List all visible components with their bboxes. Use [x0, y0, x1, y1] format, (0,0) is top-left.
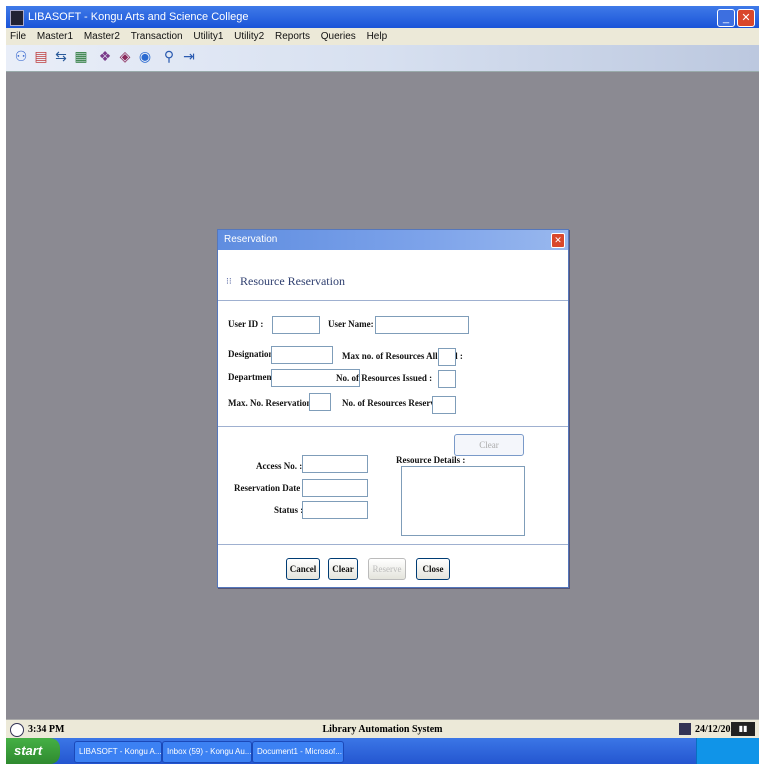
menu-utility1[interactable]: Utility1 — [189, 28, 227, 45]
menu-reports[interactable]: Reports — [271, 28, 314, 45]
user-id-label: User ID : — [228, 319, 264, 329]
resource-details-box[interactable] — [401, 466, 525, 536]
user-id-field[interactable] — [272, 316, 320, 334]
status-field[interactable] — [302, 501, 368, 519]
menu-file[interactable]: File — [6, 28, 30, 45]
start-button[interactable]: start — [6, 738, 60, 764]
access-no-field[interactable] — [302, 455, 368, 473]
system-tray — [696, 738, 759, 764]
menu-master1[interactable]: Master1 — [33, 28, 77, 45]
reserved-field[interactable] — [432, 396, 456, 414]
minimize-button[interactable]: _ — [717, 9, 735, 27]
reserve-button[interactable]: Reserve — [368, 558, 406, 580]
menu-queries[interactable]: Queries — [317, 28, 360, 45]
app-icon — [10, 10, 24, 26]
close-window-button[interactable]: ✕ — [737, 9, 755, 27]
capslock-indicator: ▮▮ — [731, 722, 755, 736]
menu-help[interactable]: Help — [363, 28, 392, 45]
dialog-title: Reservation — [224, 234, 278, 245]
book-icon[interactable]: ▤ — [32, 49, 50, 67]
status-app-name: Library Automation System — [322, 724, 443, 735]
user-name-label: User Name: — [328, 319, 374, 329]
clear-details-button[interactable]: Clear — [454, 434, 524, 456]
taskbar-item-document[interactable]: Document1 - Microsof... — [252, 741, 344, 763]
designation-field[interactable] — [271, 346, 333, 364]
screenshot-frame: LIBASOFT - Kongu Arts and Science Colleg… — [6, 6, 759, 764]
search-icon[interactable]: ⚲ — [160, 49, 178, 67]
taskbar-item-inbox[interactable]: Inbox (59) - Kongu Au... — [162, 741, 252, 763]
status-label: Status : — [274, 505, 304, 515]
reservation-date-field[interactable] — [302, 479, 368, 497]
header-divider — [218, 300, 568, 301]
dialog-close-button[interactable]: ✕ — [551, 233, 565, 248]
reservation-dialog: Reservation ✕ ⁝⁝ Resource Reservation Us… — [217, 229, 569, 588]
menu-bar: File Master1 Master2 Transaction Utility… — [6, 28, 759, 45]
designation-label: Designation: — [228, 349, 277, 359]
dialog-header: Resource Reservation — [240, 274, 345, 288]
resource-details-label: Resource Details : — [396, 455, 466, 465]
issue-icon[interactable]: ❖ — [96, 49, 114, 67]
taskbar-item-libasoft[interactable]: LIBASOFT - Kongu A... — [74, 741, 162, 763]
status-bar: 3:34 PM Library Automation System 24/12/… — [6, 719, 759, 739]
menu-transaction[interactable]: Transaction — [127, 28, 187, 45]
return-icon[interactable]: ◈ — [116, 49, 134, 67]
cancel-button[interactable]: Cancel — [286, 558, 320, 580]
menu-utility2[interactable]: Utility2 — [230, 28, 268, 45]
access-no-label: Access No. : — [256, 461, 303, 471]
globe-icon[interactable]: ◉ — [136, 49, 154, 67]
menu-master2[interactable]: Master2 — [80, 28, 124, 45]
transfer-icon[interactable]: ⇆ — [52, 49, 70, 67]
reservation-icon: ⁝⁝ — [226, 276, 232, 286]
user-name-field[interactable] — [375, 316, 469, 334]
app-title-bar: LIBASOFT - Kongu Arts and Science Colleg… — [6, 6, 759, 28]
footer-divider — [218, 544, 568, 545]
max-allowed-field[interactable] — [438, 348, 456, 366]
middle-divider — [218, 426, 568, 427]
users-icon[interactable]: ⚇ — [12, 49, 30, 67]
dialog-title-bar: Reservation ✕ — [218, 230, 568, 250]
issued-label: No. of Resources Issued : — [336, 373, 433, 383]
calendar-icon — [679, 723, 691, 735]
reservation-date-label: Reservation Date : — [234, 483, 306, 493]
toolbar: ⚇ ▤ ⇆ ▦ ❖ ◈ ◉ ⚲ ⇥ — [6, 45, 759, 72]
max-reservations-field[interactable] — [309, 393, 331, 411]
exit-icon[interactable]: ⇥ — [180, 49, 198, 67]
taskbar: start LIBASOFT - Kongu A... Inbox (59) -… — [6, 738, 759, 764]
app-title: LIBASOFT - Kongu Arts and Science Colleg… — [28, 11, 249, 23]
clear-button[interactable]: Clear — [328, 558, 358, 580]
catalog-icon[interactable]: ▦ — [72, 49, 90, 67]
close-button[interactable]: Close — [416, 558, 450, 580]
issued-field[interactable] — [438, 370, 456, 388]
